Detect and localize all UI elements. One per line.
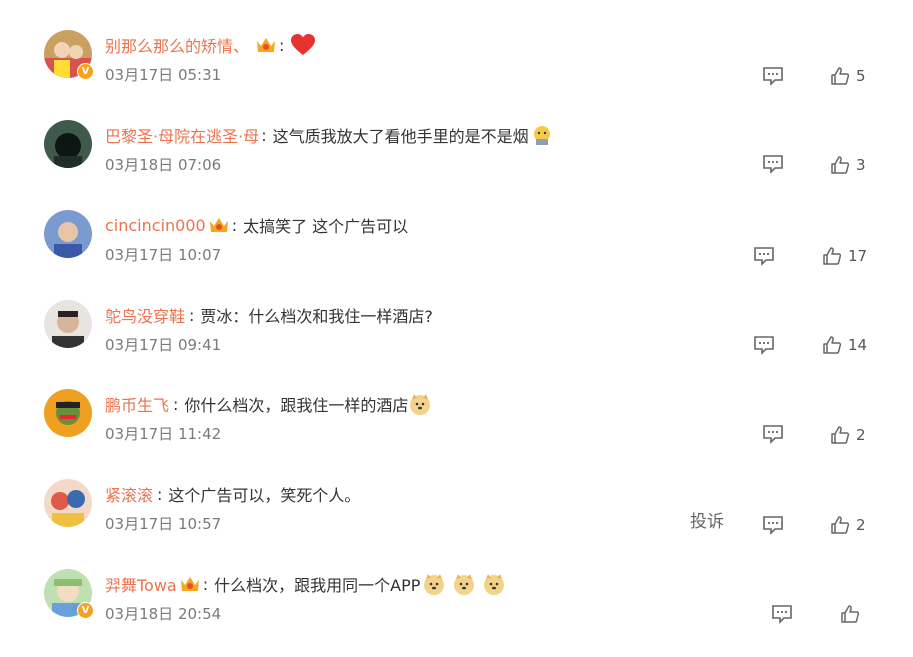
comment-item: 紧滚滚 : 这个广告可以，笑死个人。 03月17日 10:57 投诉 2: [0, 479, 913, 567]
comment-item: 巴黎圣·母院在逃圣·母 : 这气质我放大了看他手里的是不是烟 03月18日 07…: [0, 120, 913, 208]
reply-icon[interactable]: [762, 515, 784, 535]
thumbs-up-icon: [823, 336, 842, 354]
username[interactable]: 鹏币生飞: [105, 392, 169, 416]
doge-emoji-icon: [410, 394, 431, 415]
like-count: 5: [856, 67, 866, 85]
like-button[interactable]: 2: [830, 424, 866, 446]
comment-text: 太搞笑了 这个广告可以: [243, 217, 409, 236]
comment-text: 这气质我放大了看他手里的是不是烟: [272, 127, 529, 146]
doge-emoji-icon: [424, 574, 445, 595]
comment-item: 鹏币生飞 : 你什么档次，跟我住一样的酒店 03月17日 11:42 2: [0, 389, 913, 477]
comment-item: V 别那么那么的矫情、 : 03月17日 05:31 5: [0, 30, 913, 118]
thumbs-up-icon: [831, 426, 850, 444]
thumbs-up-icon: [831, 67, 850, 85]
comment-time: 03月18日 07:06: [105, 156, 222, 174]
like-count: 2: [856, 516, 866, 534]
avatar[interactable]: [44, 210, 92, 258]
doge-emoji-icon: [484, 574, 505, 595]
username[interactable]: 紧滚滚: [105, 482, 153, 506]
thumbs-up-icon: [823, 247, 842, 265]
username[interactable]: cincincin000: [105, 216, 206, 235]
comment-item: V 羿舞Towa : 什么档次，跟我用同一个APP 03月18日 20:54: [0, 569, 913, 657]
comment-time: 03月17日 11:42: [105, 425, 222, 443]
reply-icon[interactable]: [762, 154, 784, 174]
report-button[interactable]: 投诉: [690, 507, 724, 532]
comment-text: 这个广告可以，笑死个人。: [168, 486, 361, 505]
username[interactable]: 羿舞Towa: [105, 572, 177, 596]
like-count: 17: [848, 247, 868, 265]
comment-item: cincincin000 : 太搞笑了 这个广告可以 03月17日 10:07 …: [0, 210, 913, 298]
thumbs-up-icon: [831, 156, 850, 174]
verified-badge-icon: V: [77, 63, 94, 80]
like-button[interactable]: 2: [830, 514, 866, 536]
crown-badge-icon: [257, 38, 276, 52]
username[interactable]: 巴黎圣·母院在逃圣·母: [105, 123, 259, 147]
thumbs-up-icon: [841, 605, 860, 623]
reply-icon[interactable]: [762, 424, 784, 444]
comment-text: 贾冰：什么档次和我住一样酒店?: [200, 307, 433, 326]
comment-time: 03月17日 05:31: [105, 66, 222, 84]
separator: :: [157, 484, 163, 504]
comment-time: 03月18日 20:54: [105, 605, 222, 623]
separator: :: [279, 35, 285, 55]
like-count: 2: [856, 426, 866, 444]
like-button[interactable]: 5: [830, 65, 866, 87]
crown-badge-icon: [180, 577, 199, 591]
comment-time: 03月17日 09:41: [105, 336, 222, 354]
separator: :: [261, 125, 267, 145]
reply-icon[interactable]: [771, 604, 793, 624]
crown-badge-icon: [209, 218, 228, 232]
like-count: 14: [848, 336, 868, 354]
like-count: 3: [856, 156, 866, 174]
separator: :: [202, 574, 209, 594]
avatar[interactable]: [44, 300, 92, 348]
crying-emoji-icon: [533, 126, 550, 145]
reply-icon[interactable]: [762, 66, 784, 86]
like-button[interactable]: 14: [822, 334, 867, 356]
avatar[interactable]: [44, 479, 92, 527]
comment-time: 03月17日 10:07: [105, 246, 222, 264]
avatar[interactable]: [44, 120, 92, 168]
like-button[interactable]: 17: [822, 245, 867, 267]
reply-icon[interactable]: [753, 335, 775, 355]
like-button[interactable]: [840, 603, 866, 625]
separator: :: [231, 215, 238, 235]
comment-text: 什么档次，跟我用同一个APP: [214, 576, 421, 595]
reply-icon[interactable]: [753, 246, 775, 266]
comment-time: 03月17日 10:57: [105, 515, 222, 533]
heart-icon: [291, 34, 316, 55]
comment-text: 你什么档次，跟我住一样的酒店: [184, 396, 409, 415]
comment-list: V 别那么那么的矫情、 : 03月17日 05:31 5 巴黎圣·母院在逃圣·母…: [0, 0, 913, 639]
separator: :: [173, 394, 179, 414]
doge-emoji-icon: [454, 574, 475, 595]
separator: :: [189, 305, 195, 325]
like-button[interactable]: 3: [830, 154, 866, 176]
comment-item: 鸵鸟没穿鞋 : 贾冰：什么档次和我住一样酒店? 03月17日 09:41 14: [0, 300, 913, 388]
username[interactable]: 别那么那么的矫情、: [105, 33, 249, 57]
avatar[interactable]: [44, 389, 92, 437]
verified-badge-icon: V: [77, 602, 94, 619]
thumbs-up-icon: [831, 516, 850, 534]
username[interactable]: 鸵鸟没穿鞋: [105, 303, 185, 327]
